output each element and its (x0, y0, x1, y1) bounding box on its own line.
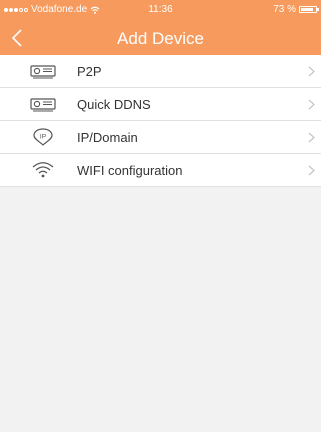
ip-icon: IP (33, 128, 53, 146)
chevron-right-icon (308, 132, 315, 143)
svg-text:IP: IP (40, 134, 46, 141)
chevron-right-icon (308, 99, 315, 110)
menu-item-quick-ddns[interactable]: Quick DDNS (0, 88, 321, 121)
device-icon (30, 65, 56, 79)
chevron-right-icon (308, 165, 315, 176)
menu-item-label: Quick DDNS (77, 97, 151, 112)
chevron-right-icon (308, 66, 315, 77)
status-right: 73 % (273, 4, 319, 15)
device-icon (30, 98, 56, 112)
status-bar: Vodafone.de 11:36 73 % (0, 0, 321, 20)
add-device-menu: P2P Quick DDNS IP IP/Domain WIFI configu… (0, 55, 321, 187)
page-title: Add Device (117, 29, 204, 48)
menu-item-label: P2P (77, 64, 102, 79)
battery-percentage: 73 % (273, 4, 296, 15)
menu-item-p2p[interactable]: P2P (0, 55, 321, 88)
menu-item-wifi-configuration[interactable]: WIFI configuration (0, 154, 321, 187)
header-bar: Vodafone.de 11:36 73 % Add Device (0, 0, 321, 55)
navigation-bar: Add Device (0, 22, 321, 55)
menu-item-label: WIFI configuration (77, 163, 183, 178)
menu-item-ip-domain[interactable]: IP IP/Domain (0, 121, 321, 154)
wifi-icon (32, 162, 54, 178)
menu-item-label: IP/Domain (77, 130, 138, 145)
battery-icon (299, 6, 319, 13)
